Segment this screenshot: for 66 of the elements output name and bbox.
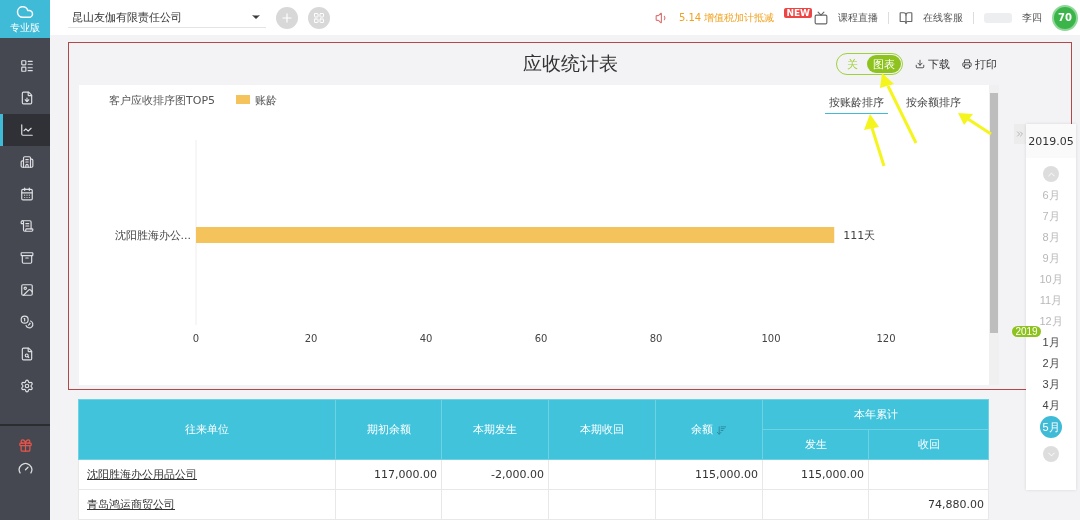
logo-label: 专业版: [10, 21, 40, 35]
axis-tick-label: 0: [192, 333, 200, 344]
settings-icon: [19, 379, 34, 393]
sort-tab[interactable]: 按账龄排序: [825, 95, 888, 114]
column-header: 发生: [762, 429, 869, 460]
category-label: 沈阳胜海办公...: [114, 229, 191, 242]
column-header: 余额: [655, 399, 763, 460]
cloud-logo-icon: [16, 3, 34, 21]
table-cell: -2,000.00: [441, 459, 549, 490]
plus-icon: [280, 10, 294, 25]
axis-tick-label: 80: [649, 333, 663, 344]
scrollbar[interactable]: [989, 85, 999, 385]
nav-item[interactable]: [0, 114, 50, 146]
month-item[interactable]: 4月: [1042, 395, 1060, 416]
annotation-arrow: [958, 113, 992, 136]
column-group-header: 本年累计: [762, 399, 989, 430]
axis-tick-label: 20: [304, 333, 318, 344]
user-name[interactable]: 李四: [1022, 10, 1042, 25]
double-chevron-icon: [1015, 129, 1025, 139]
file-search-icon: [19, 347, 34, 361]
download-icon: [915, 59, 925, 69]
calendar-icon: [19, 187, 34, 201]
company-link[interactable]: 青岛鸿运商贸公司: [87, 498, 175, 511]
gift-icon[interactable]: [17, 438, 33, 453]
print-button[interactable]: 打印: [962, 56, 997, 72]
list-icon: [19, 59, 34, 73]
file-download-icon: [19, 91, 34, 105]
gauge-icon[interactable]: [17, 461, 33, 476]
scroll-icon: [19, 219, 34, 233]
current-period: 2019.05: [1026, 124, 1076, 158]
tv-icon: [814, 10, 828, 25]
book-icon: [899, 10, 913, 25]
sort-tab[interactable]: 按余额排序: [902, 95, 965, 114]
image-icon: [19, 283, 34, 297]
column-header: 收回: [868, 429, 989, 460]
support-link[interactable]: 在线客服: [923, 10, 963, 25]
report-title: 应收统计表: [522, 51, 618, 76]
live-course-link[interactable]: 课程直播: [838, 10, 878, 25]
axis-tick-label: 60: [534, 333, 548, 344]
building-icon: [19, 155, 34, 169]
axis-tick-label: 120: [876, 333, 896, 344]
legend-label: 账龄: [255, 94, 277, 107]
axis-tick-label: 40: [419, 333, 433, 344]
archive-icon: [19, 251, 34, 265]
axis-tick-label: 100: [761, 333, 781, 344]
table-cell: 74,880.00: [868, 489, 989, 520]
chart-title: 客户应收排序图TOP5: [109, 94, 215, 107]
line-chart-icon: [19, 123, 34, 137]
grid-icon: [313, 11, 325, 24]
column-header: 本期收回: [548, 399, 656, 460]
table-cell: 117,000.00: [335, 459, 442, 490]
company-link[interactable]: 沈阳胜海办公用品公司: [87, 468, 197, 481]
new-badge: NEW: [784, 7, 812, 18]
print-icon: [962, 59, 972, 69]
value-label: 111天: [843, 229, 876, 242]
column-header: 往来单位: [78, 399, 336, 460]
table-cell: 115,000.00: [762, 459, 869, 490]
download-button[interactable]: 下载: [915, 56, 950, 72]
year-badge: 2019: [1012, 326, 1041, 337]
month-item[interactable]: 2月: [1042, 353, 1060, 374]
month-item[interactable]: 3月: [1042, 374, 1060, 395]
company-select[interactable]: 昆山友伽有限责任公司: [68, 7, 266, 28]
column-header: 期初余额: [335, 399, 442, 460]
table-cell: 115,000.00: [655, 459, 763, 490]
coins-icon: [19, 315, 34, 329]
column-header: 本期发生: [441, 399, 549, 460]
